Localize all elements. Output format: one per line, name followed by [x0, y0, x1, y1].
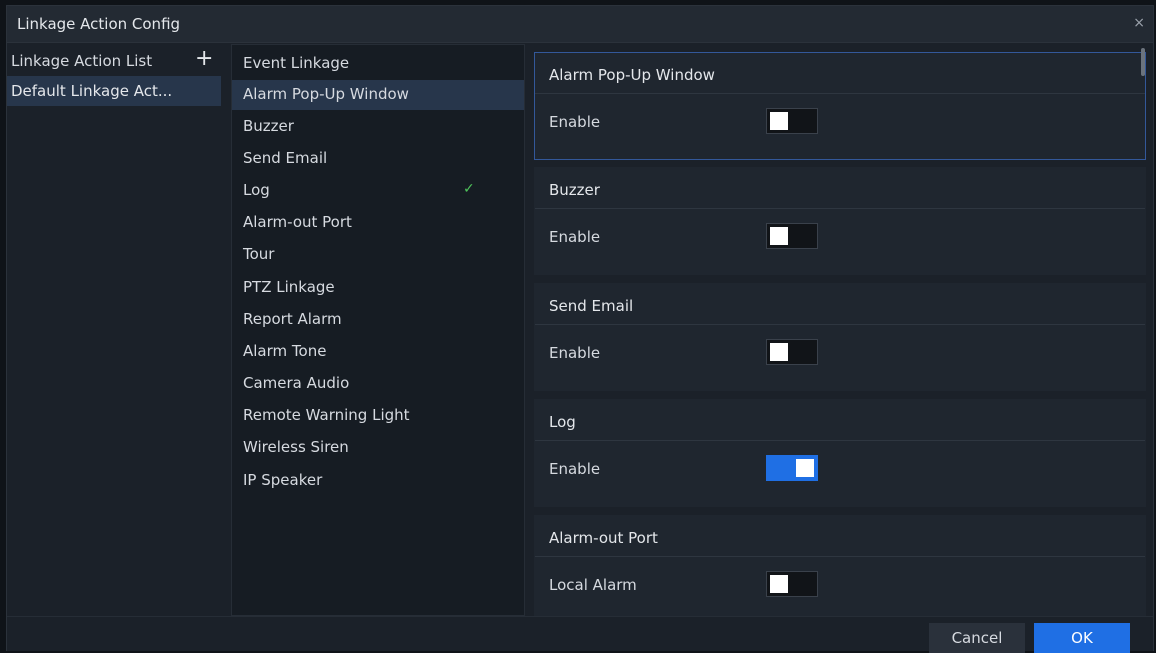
- toggle-knob: [770, 112, 788, 130]
- card-title: Alarm-out Port: [549, 529, 658, 547]
- event-linkage-header: Event Linkage: [243, 54, 350, 72]
- card-title: Log: [549, 413, 576, 431]
- card-alarm-pop-up-window: Alarm Pop-Up Window Enable: [534, 52, 1146, 160]
- event-item-label: PTZ Linkage: [243, 278, 335, 296]
- event-item-label: Buzzer: [243, 117, 294, 135]
- card-title: Alarm Pop-Up Window: [549, 66, 715, 84]
- event-item-label: Report Alarm: [243, 310, 342, 328]
- linkage-action-list-header: Linkage Action List: [11, 52, 153, 70]
- local-alarm-label: Local Alarm: [549, 576, 637, 594]
- card-send-email: Send Email Enable: [534, 283, 1146, 391]
- toggle-knob: [770, 227, 788, 245]
- settings-scrollbar[interactable]: [1141, 48, 1145, 76]
- card-divider: [535, 208, 1145, 209]
- linkage-action-config-dialog: Linkage Action Config × Linkage Action L…: [6, 5, 1154, 653]
- card-buzzer: Buzzer Enable: [534, 167, 1146, 275]
- close-icon[interactable]: ×: [1133, 15, 1145, 31]
- enable-label: Enable: [549, 113, 601, 131]
- event-item-buzzer[interactable]: Buzzer: [232, 112, 524, 142]
- event-item-wireless-siren[interactable]: Wireless Siren: [232, 433, 524, 463]
- event-item-camera-audio[interactable]: Camera Audio: [232, 369, 524, 399]
- alarm-pop-up-enable-toggle[interactable]: [766, 108, 818, 134]
- event-item-ip-speaker[interactable]: IP Speaker: [232, 466, 524, 496]
- event-item-label: Tour: [243, 245, 275, 263]
- dialog-footer: Cancel OK: [7, 616, 1153, 653]
- event-item-alarm-tone[interactable]: Alarm Tone: [232, 337, 524, 367]
- event-item-remote-warning-light[interactable]: Remote Warning Light: [232, 401, 524, 431]
- send-email-enable-toggle[interactable]: [766, 339, 818, 365]
- linkage-action-item-label: Default Linkage Act...: [11, 82, 173, 100]
- log-enable-toggle[interactable]: [766, 455, 818, 481]
- toggle-knob: [770, 343, 788, 361]
- event-item-label: Alarm Pop-Up Window: [243, 85, 409, 103]
- ok-button[interactable]: OK: [1034, 623, 1130, 653]
- enable-label: Enable: [549, 460, 601, 478]
- event-item-alarm-pop-up-window[interactable]: Alarm Pop-Up Window: [232, 80, 524, 110]
- local-alarm-toggle[interactable]: [766, 571, 818, 597]
- event-item-report-alarm[interactable]: Report Alarm: [232, 305, 524, 335]
- title-bar: Linkage Action Config ×: [7, 6, 1153, 43]
- event-item-alarm-out-port[interactable]: Alarm-out Port: [232, 208, 524, 238]
- event-item-ptz-linkage[interactable]: PTZ Linkage: [232, 273, 524, 303]
- toggle-knob: [796, 459, 814, 477]
- add-linkage-action-button[interactable]: +: [195, 46, 213, 72]
- card-divider: [535, 324, 1145, 325]
- toggle-knob: [770, 575, 788, 593]
- card-title: Buzzer: [549, 181, 600, 199]
- event-item-tour[interactable]: Tour: [232, 240, 524, 270]
- enable-label: Enable: [549, 228, 601, 246]
- card-divider: [535, 556, 1145, 557]
- enable-label: Enable: [549, 344, 601, 362]
- event-item-label: Alarm Tone: [243, 342, 327, 360]
- event-item-log[interactable]: Log ✓: [232, 176, 524, 206]
- linkage-action-list-panel: Linkage Action List + Default Linkage Ac…: [7, 44, 227, 616]
- event-item-label: Log: [243, 181, 270, 199]
- card-alarm-out-port: Alarm-out Port Local Alarm: [534, 515, 1146, 616]
- dialog-title: Linkage Action Config: [17, 15, 181, 33]
- buzzer-enable-toggle[interactable]: [766, 223, 818, 249]
- card-log: Log Enable: [534, 399, 1146, 507]
- linkage-settings-panel: Alarm Pop-Up Window Enable Buzzer Enable…: [529, 44, 1147, 616]
- event-item-send-email[interactable]: Send Email: [232, 144, 524, 174]
- cancel-button[interactable]: Cancel: [929, 623, 1025, 653]
- event-item-label: Alarm-out Port: [243, 213, 352, 231]
- card-divider: [535, 93, 1145, 94]
- event-item-label: IP Speaker: [243, 471, 323, 489]
- check-icon: ✓: [463, 181, 475, 197]
- event-item-label: Send Email: [243, 149, 328, 167]
- linkage-action-item-default[interactable]: Default Linkage Act...: [7, 76, 221, 106]
- card-divider: [535, 440, 1145, 441]
- event-linkage-panel: Event Linkage Alarm Pop-Up Window Buzzer…: [231, 44, 525, 616]
- event-item-label: Wireless Siren: [243, 438, 349, 456]
- card-title: Send Email: [549, 297, 634, 315]
- event-item-label: Remote Warning Light: [243, 406, 410, 424]
- event-item-label: Camera Audio: [243, 374, 350, 392]
